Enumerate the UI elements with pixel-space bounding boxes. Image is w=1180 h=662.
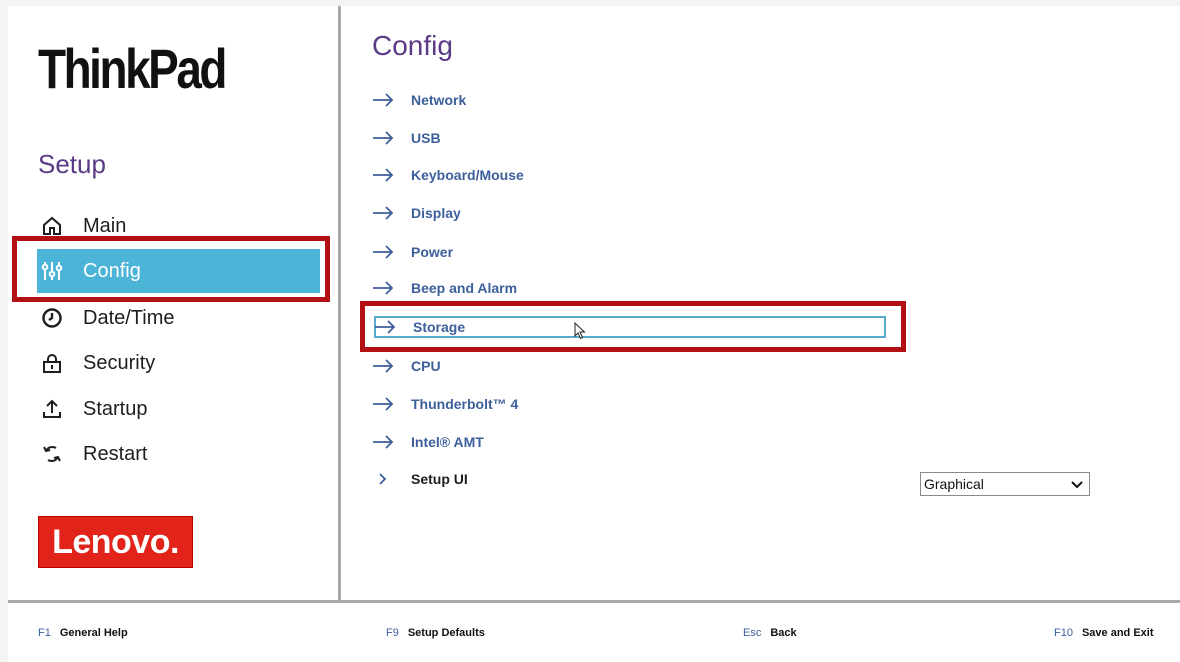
setup-ui-select[interactable]: Graphical	[920, 472, 1090, 496]
sidebar-item-restart[interactable]: Restart	[37, 432, 320, 476]
menu-item-cpu[interactable]: CPU	[372, 351, 892, 381]
menu-item-setup-ui[interactable]: Setup UI	[372, 464, 892, 494]
footer-item-defaults[interactable]: F9 Setup Defaults	[386, 627, 485, 639]
menu-item-label: Setup UI	[411, 471, 468, 487]
sidebar-item-label: Main	[83, 214, 127, 237]
chevron-down-icon	[1071, 476, 1083, 492]
menu-item-label: Network	[411, 92, 467, 108]
mouse-cursor-icon	[574, 321, 586, 345]
sidebar-item-security[interactable]: Security	[37, 341, 320, 385]
menu-item-thunderbolt[interactable]: Thunderbolt™ 4	[372, 389, 892, 419]
upload-icon	[39, 396, 65, 422]
footer-item-back[interactable]: Esc Back	[743, 627, 797, 639]
arrow-right-icon	[372, 435, 398, 449]
menu-item-label: USB	[411, 130, 441, 146]
menu-item-beep-and-alarm[interactable]: Beep and Alarm	[372, 273, 892, 303]
menu-item-label: Power	[411, 244, 454, 260]
highlight-box-storage	[360, 301, 906, 352]
footer-label: Setup Defaults	[407, 627, 485, 639]
menu-item-usb[interactable]: USB	[372, 123, 892, 153]
menu-item-intel-amt[interactable]: Intel® AMT	[372, 427, 892, 457]
footer-label: General Help	[59, 627, 128, 639]
footer-item-help[interactable]: F1 General Help	[38, 627, 128, 639]
menu-item-keyboard-mouse[interactable]: Keyboard/Mouse	[372, 160, 892, 190]
arrow-right-icon	[372, 281, 398, 295]
menu-item-display[interactable]: Display	[372, 198, 892, 228]
refresh-icon	[39, 441, 65, 467]
footer-key: Esc	[743, 627, 762, 639]
menu-item-label: Beep and Alarm	[411, 280, 518, 296]
clock-icon	[39, 305, 65, 331]
arrow-right-icon	[372, 359, 398, 373]
main-panel: Config Network USB Keyboard/Mouse Displa…	[341, 6, 1180, 600]
arrow-right-icon	[372, 93, 398, 107]
sidebar-item-label: Security	[83, 351, 156, 374]
sidebar-item-label: Date/Time	[83, 306, 175, 329]
page-title: Config	[372, 30, 453, 61]
menu-item-label: Intel® AMT	[411, 434, 484, 450]
menu-item-power[interactable]: Power	[372, 237, 892, 267]
arrow-right-icon	[372, 397, 398, 411]
arrow-right-icon	[372, 245, 398, 259]
menu-item-label: Display	[411, 205, 461, 221]
arrow-right-icon	[372, 168, 398, 182]
footer: F1 General Help F9 Setup Defaults Esc Ba…	[8, 603, 1180, 662]
footer-key: F9	[386, 627, 399, 639]
highlight-box-config	[12, 236, 330, 302]
footer-key: F10	[1054, 627, 1073, 639]
menu-item-label: CPU	[411, 358, 441, 374]
footer-label: Back	[770, 627, 797, 639]
lenovo-logo: Lenovo.	[38, 516, 193, 568]
sidebar-item-label: Restart	[83, 442, 148, 465]
chevron-right-icon	[372, 472, 398, 486]
sidebar: ThinkPad Setup Main Config Date/Time Sec…	[8, 6, 338, 600]
footer-label: Save and Exit	[1081, 627, 1154, 639]
arrow-right-icon	[372, 131, 398, 145]
sidebar-item-date-time[interactable]: Date/Time	[37, 296, 320, 340]
setup-title: Setup	[38, 149, 106, 179]
sidebar-item-label: Startup	[83, 397, 148, 420]
footer-item-save-exit[interactable]: F10 Save and Exit	[1054, 627, 1154, 639]
sidebar-item-startup[interactable]: Startup	[37, 387, 320, 431]
lock-icon	[39, 350, 65, 376]
menu-item-label: Thunderbolt™ 4	[411, 396, 519, 412]
thinkpad-logo: ThinkPad	[38, 37, 227, 100]
footer-key: F1	[38, 627, 51, 639]
menu-item-label: Keyboard/Mouse	[411, 167, 524, 183]
arrow-right-icon	[372, 206, 398, 220]
select-value: Graphical	[924, 476, 984, 492]
menu-item-network[interactable]: Network	[372, 85, 892, 115]
